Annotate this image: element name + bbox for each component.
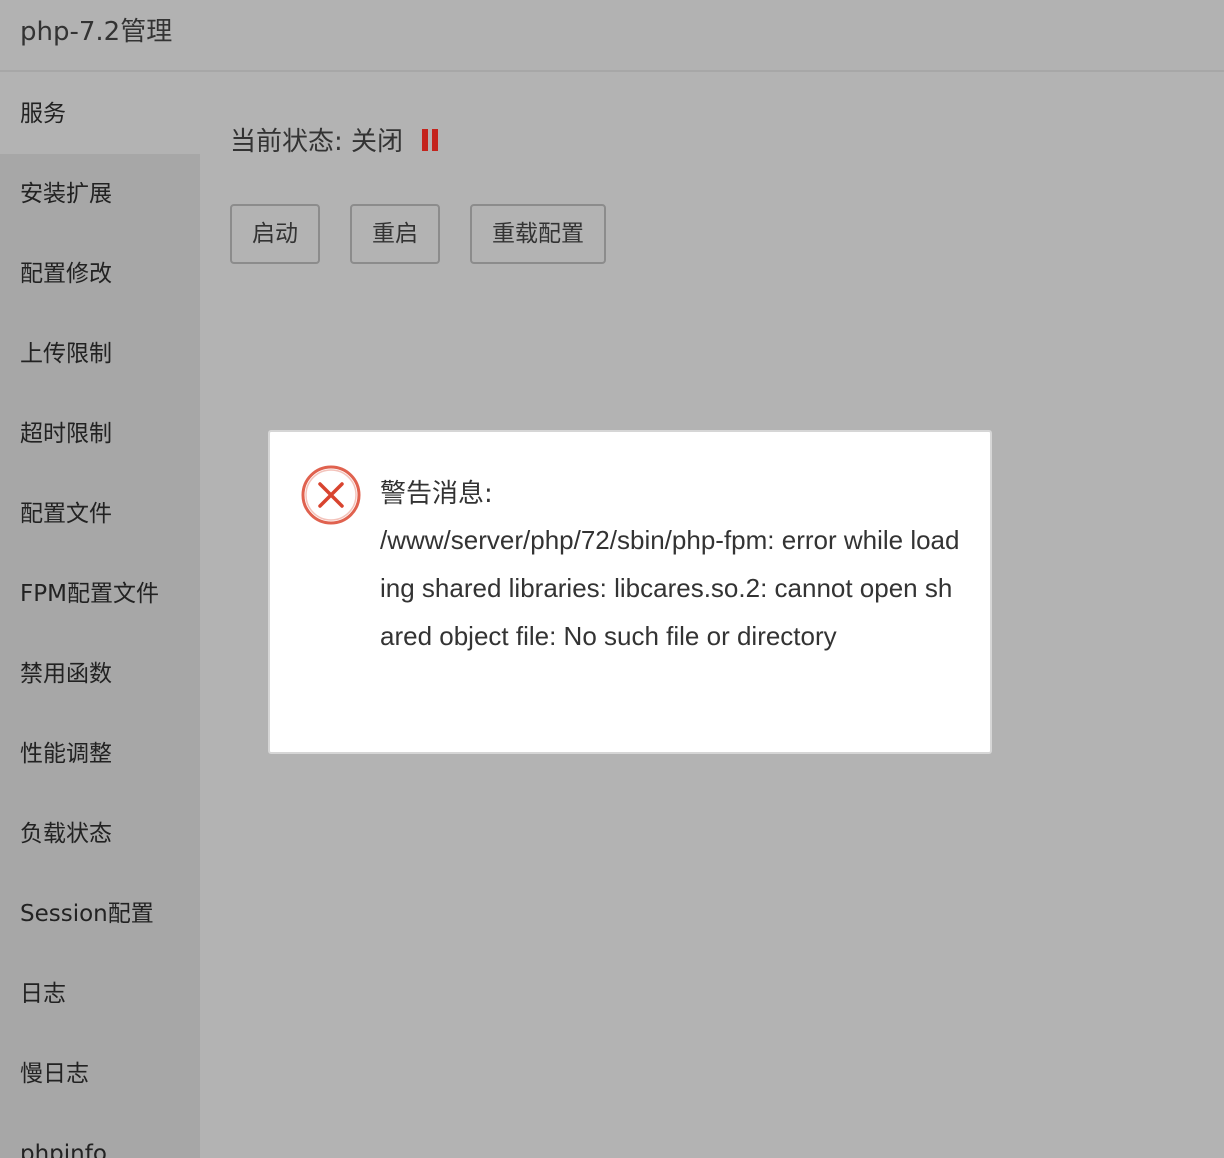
error-circle-x-icon [301, 465, 361, 525]
sidebar-item-config-file[interactable]: 配置文件 [0, 474, 200, 554]
sidebar-item-log[interactable]: 日志 [0, 954, 200, 1034]
sidebar: 服务 安装扩展 配置修改 上传限制 超时限制 配置文件 FPM配置文件 禁用函数… [0, 74, 200, 1158]
sidebar-item-config-edit[interactable]: 配置修改 [0, 234, 200, 314]
restart-button[interactable]: 重启 [350, 204, 440, 264]
sidebar-item-fpm-config-file[interactable]: FPM配置文件 [0, 554, 200, 634]
start-button[interactable]: 启动 [230, 204, 320, 264]
sidebar-item-timeout-limit[interactable]: 超时限制 [0, 394, 200, 474]
pause-icon [421, 128, 439, 151]
sidebar-item-install-extension[interactable]: 安装扩展 [0, 154, 200, 234]
dialog-message: /www/server/php/72/sbin/php-fpm: error w… [380, 525, 960, 651]
sidebar-item-phpinfo[interactable]: phpinfo [0, 1114, 200, 1158]
title-bar: php-7.2管理 [0, 0, 1224, 72]
warning-dialog: 警告消息: /www/server/php/72/sbin/php-fpm: e… [268, 430, 992, 754]
sidebar-item-disabled-functions[interactable]: 禁用函数 [0, 634, 200, 714]
dialog-message-block: 警告消息: /www/server/php/72/sbin/php-fpm: e… [380, 472, 960, 660]
sidebar-item-slow-log[interactable]: 慢日志 [0, 1034, 200, 1114]
sidebar-item-load-status[interactable]: 负载状态 [0, 794, 200, 874]
sidebar-item-service[interactable]: 服务 [0, 74, 200, 154]
service-buttons: 启动 重启 重载配置 [230, 204, 606, 264]
sidebar-item-performance-tuning[interactable]: 性能调整 [0, 714, 200, 794]
dialog-heading: 警告消息: [380, 479, 493, 509]
window-title: php-7.2管理 [20, 17, 173, 47]
service-status: 当前状态: 关闭 [230, 124, 439, 160]
status-value: 关闭 [351, 127, 404, 157]
sidebar-item-session-config[interactable]: Session配置 [0, 874, 200, 954]
page: php-7.2管理 服务 安装扩展 配置修改 上传限制 超时限制 配置文件 FP… [0, 0, 1224, 1158]
sidebar-item-upload-limit[interactable]: 上传限制 [0, 314, 200, 394]
reload-config-button[interactable]: 重载配置 [470, 204, 606, 264]
status-label: 当前状态: [230, 127, 343, 157]
